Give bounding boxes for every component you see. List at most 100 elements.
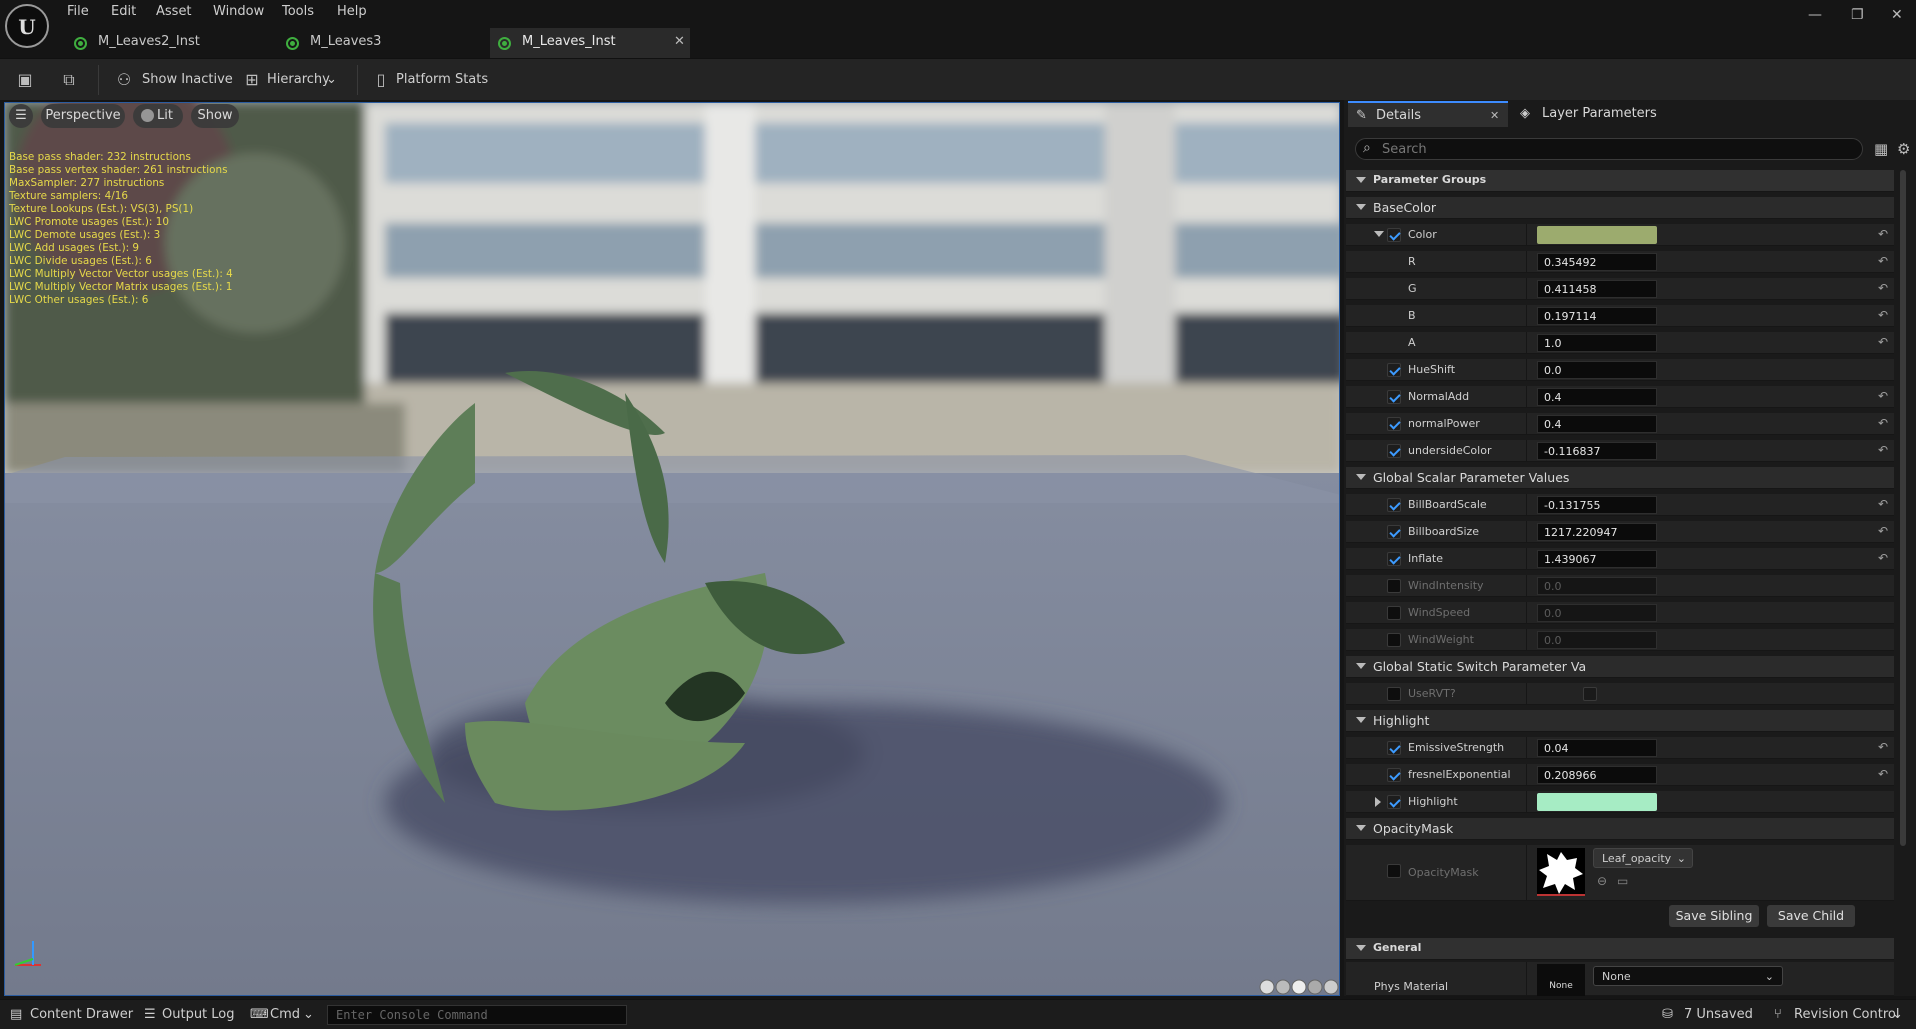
reset-icon[interactable]: ↶ (1878, 551, 1888, 565)
color-checkbox[interactable] (1387, 228, 1401, 242)
fresnel-value-field[interactable]: 0.208966 (1537, 766, 1657, 784)
gear-icon[interactable]: ⚙ (1897, 140, 1910, 158)
perspective-button[interactable]: Perspective (41, 104, 125, 128)
windintensity-checkbox[interactable] (1387, 579, 1401, 593)
emissive-checkbox[interactable] (1387, 741, 1401, 755)
menu-edit[interactable]: Edit (111, 4, 136, 19)
fresnel-checkbox[interactable] (1387, 768, 1401, 782)
chevron-down-icon[interactable] (1374, 231, 1384, 237)
table-view-icon[interactable]: ▦ (1874, 140, 1888, 158)
search-box[interactable]: ⌕ (1355, 138, 1863, 160)
tab-m-leaves2-inst[interactable]: M_Leaves2_Inst (70, 28, 270, 58)
reset-icon[interactable]: ↶ (1878, 281, 1888, 295)
general-header[interactable]: General (1346, 938, 1894, 960)
inflate-checkbox[interactable] (1387, 552, 1401, 566)
browse-icon[interactable]: ▭ (1617, 874, 1628, 888)
browse-asset-icon[interactable]: ⧉ (59, 70, 79, 90)
reset-icon[interactable]: ↶ (1878, 740, 1888, 754)
save-child-button[interactable]: Save Child (1767, 905, 1855, 927)
platform-stats-button[interactable]: Platform Stats (396, 70, 488, 90)
save-icon[interactable]: ▣ (15, 70, 35, 90)
revision-control-button[interactable]: Revision Control (1794, 1007, 1899, 1022)
reset-icon[interactable]: ↶ (1878, 335, 1888, 349)
menu-window[interactable]: Window (213, 4, 264, 19)
normalpower-checkbox[interactable] (1387, 417, 1401, 431)
tab-m-leaves3[interactable]: M_Leaves3 (282, 28, 482, 58)
hueshift-value-field[interactable]: 0.0 (1537, 361, 1657, 379)
close-window-icon[interactable]: ✕ (1891, 7, 1903, 23)
chevron-down-icon[interactable]: ⌄ (303, 1007, 314, 1022)
hierarchy-button[interactable]: Hierarchy (267, 70, 330, 90)
color-swatch[interactable] (1537, 226, 1657, 244)
opacitymask-checkbox[interactable] (1387, 864, 1401, 878)
tab-m-leaves-inst[interactable]: M_Leaves_Inst ✕ (490, 28, 690, 58)
reset-icon[interactable]: ↶ (1878, 389, 1888, 403)
b-value-field[interactable]: 0.197114 (1537, 307, 1657, 325)
reset-icon[interactable]: ↶ (1878, 443, 1888, 457)
reset-icon[interactable]: ↶ (1878, 416, 1888, 430)
save-sibling-button[interactable]: Save Sibling (1669, 905, 1759, 927)
unreal-logo-icon[interactable]: U (5, 4, 49, 48)
r-value-field[interactable]: 0.345492 (1537, 253, 1657, 271)
menu-asset[interactable]: Asset (156, 4, 192, 19)
underside-value-field[interactable]: -0.116837 (1537, 442, 1657, 460)
close-tab-icon[interactable]: ✕ (1490, 103, 1499, 129)
emissive-value-field[interactable]: 0.04 (1537, 739, 1657, 757)
reset-icon[interactable]: ↶ (1878, 497, 1888, 511)
group-opacitymask[interactable]: OpacityMask (1346, 818, 1894, 840)
scrollbar-thumb[interactable] (1900, 170, 1906, 846)
windspeed-checkbox[interactable] (1387, 606, 1401, 620)
underside-checkbox[interactable] (1387, 444, 1401, 458)
highlight-color-swatch[interactable] (1537, 793, 1657, 811)
cmd-button[interactable]: Cmd (270, 1007, 300, 1022)
menu-tools[interactable]: Tools (282, 4, 314, 19)
usevrt-override-checkbox[interactable] (1387, 687, 1401, 701)
group-highlight[interactable]: Highlight (1346, 710, 1894, 732)
billboardsize-checkbox[interactable] (1387, 525, 1401, 539)
output-log-button[interactable]: Output Log (162, 1007, 235, 1022)
tab-layer-parameters[interactable]: ◈ Layer Parameters (1512, 101, 1712, 127)
billboardscale-checkbox[interactable] (1387, 498, 1401, 512)
chevron-down-icon[interactable]: ⌄ (326, 70, 337, 90)
reset-icon[interactable]: ↶ (1878, 767, 1888, 781)
chevron-right-icon[interactable] (1375, 797, 1381, 807)
normaladd-value-field[interactable]: 0.4 (1537, 388, 1657, 406)
group-basecolor[interactable]: BaseColor (1346, 197, 1894, 219)
group-global-static-switch[interactable]: Global Static Switch Parameter Va (1346, 656, 1894, 678)
search-input[interactable] (1382, 141, 1842, 157)
menu-file[interactable]: File (67, 4, 89, 19)
use-selected-icon[interactable]: ⊖ (1597, 874, 1607, 888)
close-tab-icon[interactable]: ✕ (674, 28, 685, 56)
viewport-menu-icon[interactable]: ☰ (9, 104, 33, 128)
tab-details[interactable]: ✎ Details ✕ (1348, 101, 1508, 127)
console-box[interactable] (327, 1005, 627, 1025)
parameter-groups-header[interactable]: Parameter Groups (1346, 170, 1894, 192)
g-value-field[interactable]: 0.411458 (1537, 280, 1657, 298)
reset-icon[interactable]: ↶ (1878, 308, 1888, 322)
unsaved-button[interactable]: 7 Unsaved (1684, 1007, 1753, 1022)
show-inactive-button[interactable]: Show Inactive (142, 70, 233, 90)
a-value-field[interactable]: 1.0 (1537, 334, 1657, 352)
phys-material-dropdown[interactable]: None ⌄ (1593, 966, 1783, 986)
normalpower-value-field[interactable]: 0.4 (1537, 415, 1657, 433)
normaladd-checkbox[interactable] (1387, 390, 1401, 404)
restore-icon[interactable]: ❐ (1851, 7, 1864, 23)
inflate-value-field[interactable]: 1.439067 (1537, 550, 1657, 568)
show-button[interactable]: Show (191, 104, 239, 128)
highlight-checkbox[interactable] (1387, 795, 1401, 809)
phys-material-thumbnail[interactable]: None (1537, 964, 1585, 996)
texture-dropdown[interactable]: Leaf_opacity ⌄ (1593, 848, 1693, 868)
texture-thumbnail[interactable] (1537, 848, 1585, 896)
chevron-down-icon[interactable]: ⌄ (1892, 1007, 1903, 1022)
minimize-icon[interactable]: — (1808, 7, 1822, 23)
reset-icon[interactable]: ↶ (1878, 524, 1888, 538)
hueshift-checkbox[interactable] (1387, 363, 1401, 377)
lit-button[interactable]: Lit (133, 104, 183, 128)
reset-icon[interactable]: ↶ (1878, 227, 1888, 241)
windweight-checkbox[interactable] (1387, 633, 1401, 647)
console-input[interactable] (336, 1008, 616, 1022)
menu-help[interactable]: Help (337, 4, 367, 19)
reset-icon[interactable]: ↶ (1878, 254, 1888, 268)
billboardsize-value-field[interactable]: 1217.220947 (1537, 523, 1657, 541)
billboardscale-value-field[interactable]: -0.131755 (1537, 496, 1657, 514)
